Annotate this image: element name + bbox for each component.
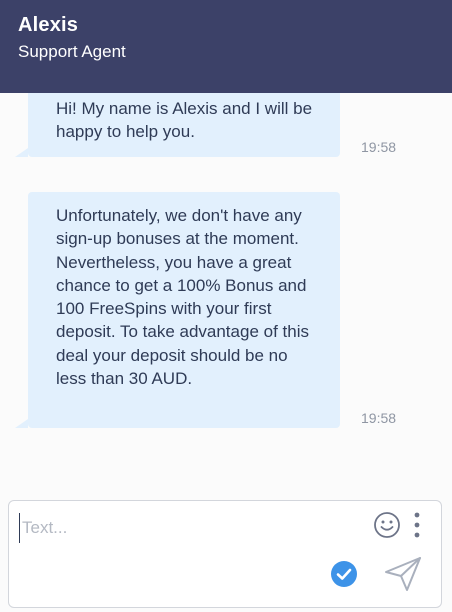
message-time: 19:58	[361, 410, 397, 426]
message-text: Unfortunately, we don't have any sign-up…	[56, 206, 309, 389]
chat-header: Alexis Support Agent	[0, 0, 452, 93]
agent-name: Alexis	[18, 14, 79, 36]
message-text: Hi! My name is Alexis and I will be happ…	[56, 99, 313, 142]
vertical-dots-icon[interactable]	[411, 510, 423, 540]
bubble-tail	[15, 419, 28, 428]
bubble-tail	[15, 148, 28, 157]
emoji-smiley-icon[interactable]	[373, 511, 401, 539]
message-bubble: Unfortunately, we don't have any sign-up…	[15, 192, 340, 428]
message-input[interactable]	[19, 513, 362, 543]
agent-role: Support Agent	[18, 42, 126, 61]
message-composer	[8, 500, 442, 608]
paper-plane-send-icon[interactable]	[383, 555, 423, 593]
message-time: 19:58	[361, 139, 397, 155]
message-list[interactable]: Hi! My name is Alexis and I will be happ…	[0, 93, 452, 498]
message-bubble: Hi! My name is Alexis and I will be happ…	[15, 93, 340, 157]
checkmark-circle-icon[interactable]	[330, 560, 358, 588]
